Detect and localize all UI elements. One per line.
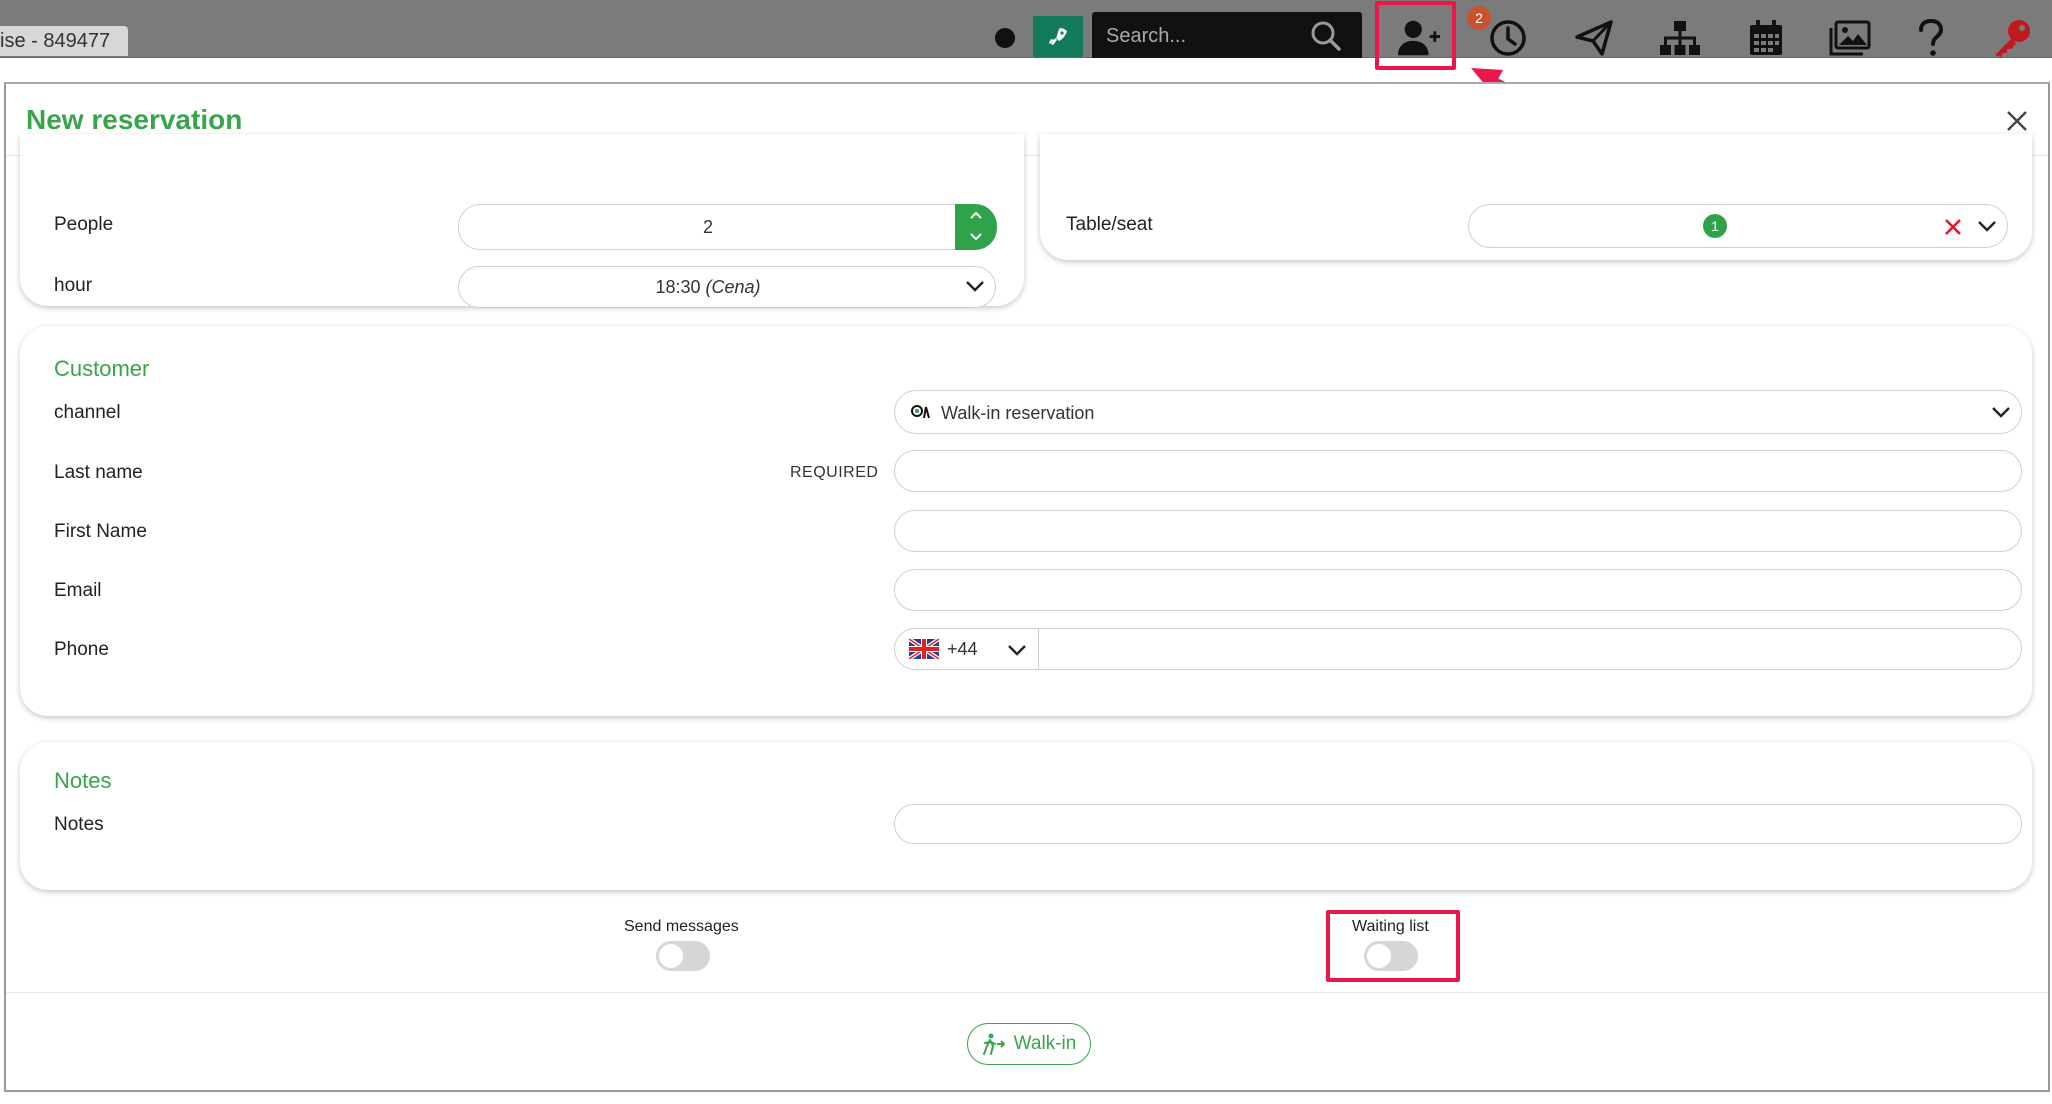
search-icon[interactable] [1310,20,1342,52]
structure-button[interactable] [1658,18,1702,58]
chevron-down-icon [1008,645,1026,656]
people-spinner[interactable] [955,204,997,250]
first-name-label: First Name [54,521,147,542]
hour-value: 18:30 [655,277,701,297]
history-button[interactable] [1486,18,1530,58]
key-icon [1995,20,2030,57]
walk-in-label: Walk-in [1013,1033,1077,1054]
hour-label: hour [54,275,93,296]
last-name-input[interactable] [894,450,2022,492]
key-button[interactable] [1990,18,2034,58]
rocket-button[interactable] [1033,16,1083,57]
table-seat-value: 1 [1703,214,1727,238]
venue-title: ise - 849477 [0,26,128,56]
status-indicator [995,28,1015,48]
table-card: Table/seat 1 [1040,134,2032,260]
clear-icon[interactable] [1943,217,1963,237]
footer-divider [6,992,2048,993]
add-reservation-highlight [1375,1,1456,70]
hour-service: (Cena) [705,277,761,297]
close-icon[interactable] [2004,108,2030,134]
send-messages-label: Send messages [624,918,739,935]
people-value: 2 [702,217,713,237]
chevron-down-icon[interactable] [1977,219,1997,233]
calendar-button[interactable] [1744,18,1788,58]
last-name-label: Last name [54,462,143,483]
top-bar: ise - 849477 2 [0,0,2052,70]
calendar-icon [1750,20,1782,55]
customer-card: Customer channel Walk-in reservation Las… [20,326,2032,716]
walk-in-icon [911,405,930,419]
send-icon [1575,20,1613,56]
first-name-input[interactable] [894,510,2022,552]
phone-input[interactable] [1045,631,2005,667]
clock-icon [1490,20,1526,56]
help-button[interactable] [1909,18,1953,58]
table-seat-select[interactable]: 1 [1468,204,2008,248]
hour-select[interactable]: 18:30 (Cena) [458,266,996,308]
customer-section-title: Customer [54,356,150,381]
gallery-icon [1829,20,1871,56]
walk-in-button[interactable]: Walk-in [967,1023,1091,1065]
notes-section-title: Notes [54,768,112,793]
chevron-down-icon [966,281,984,292]
required-indicator: REQUIRED [790,464,879,481]
channel-label: channel [54,402,121,423]
uk-flag-icon [909,639,939,659]
email-input[interactable] [894,569,2022,611]
notes-input[interactable] [894,804,2022,844]
phone-label: Phone [54,639,109,660]
notes-card: Notes Notes [20,742,2032,890]
send-messages-toggle[interactable] [656,941,710,971]
chevron-down-icon[interactable] [969,232,983,242]
phone-country-select[interactable]: +44 [895,629,1039,669]
email-label: Email [54,580,102,601]
help-icon [1919,19,1944,56]
new-reservation-modal: New reservation People 2 hour 18:30 (Cen… [4,82,2050,1092]
table-seat-label: Table/seat [1066,214,1153,235]
people-stepper[interactable]: 2 [458,204,997,250]
chevron-up-icon[interactable] [969,210,983,220]
messages-button[interactable] [1572,18,1616,58]
walk-in-person-icon [982,1033,1006,1055]
phone-prefix: +44 [947,639,978,659]
gallery-button[interactable] [1828,18,1872,58]
notes-label: Notes [54,814,104,835]
people-label: People [54,214,114,235]
sitemap-icon [1660,21,1700,55]
chevron-down-icon [1992,407,2010,418]
hour-value-wrap: 18:30 (Cena) [459,277,957,298]
channel-value: Walk-in reservation [941,403,1095,423]
channel-select[interactable]: Walk-in reservation [894,390,2022,434]
rocket-icon [1049,27,1067,45]
waiting-list-highlight [1326,910,1460,982]
booking-details-card: People 2 hour 18:30 (Cena) [20,134,1024,308]
modal-title: New reservation [26,104,243,135]
search-input[interactable] [1106,20,1306,52]
phone-field: +44 [894,628,2022,670]
